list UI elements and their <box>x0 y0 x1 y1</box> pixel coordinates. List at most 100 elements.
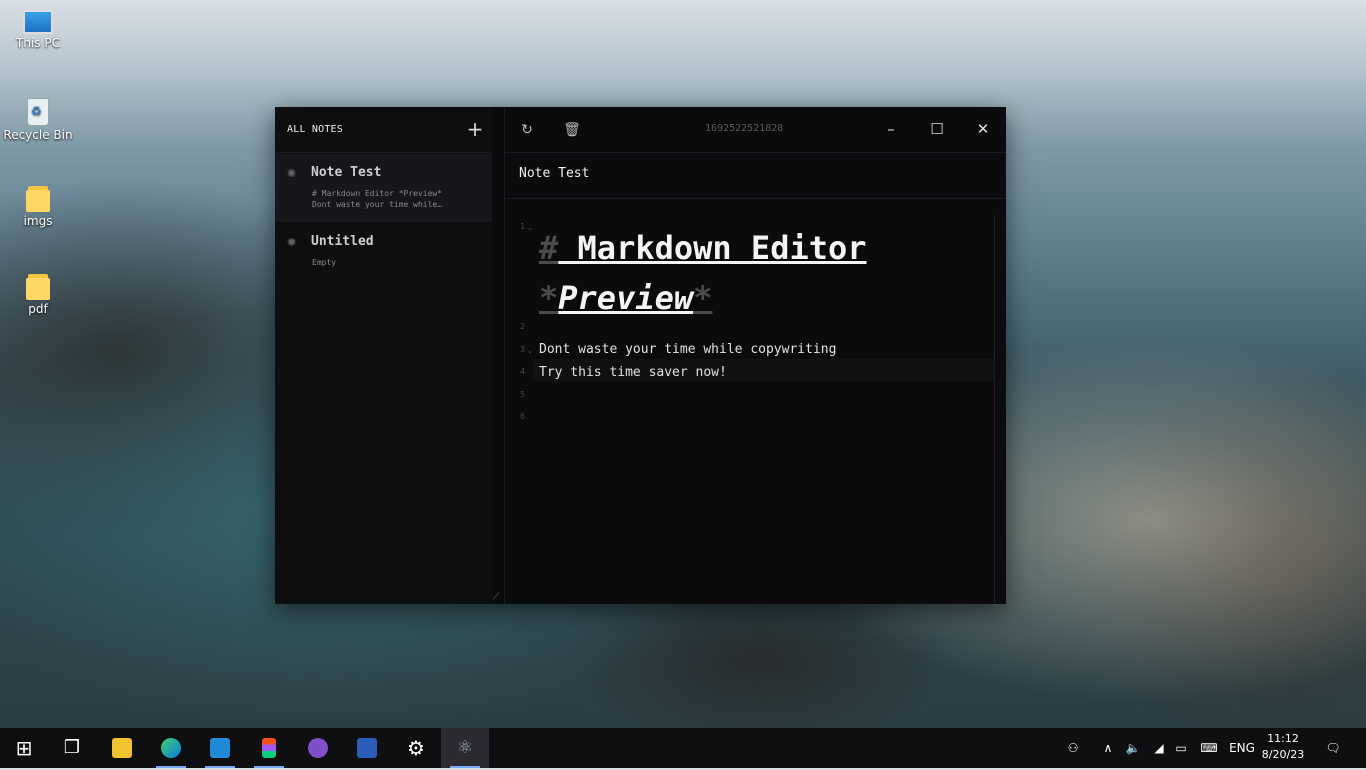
desktop-icon-label: This PC <box>16 36 60 50</box>
minimize-icon: – <box>887 120 895 138</box>
taskbar-clock[interactable]: 11:12 8/20/23 <box>1258 731 1308 763</box>
desktop-icon-recycle-bin[interactable]: Recycle Bin <box>0 98 76 142</box>
note-preview-line: Empty <box>312 258 337 267</box>
note-title-bar: Note Test <box>505 153 1006 199</box>
edge-icon <box>161 738 181 758</box>
show-hidden-icons-button[interactable]: ∧ <box>1098 728 1118 768</box>
heading-marker: # <box>539 229 559 267</box>
desktop-icon-pdf[interactable]: pdf <box>0 274 76 316</box>
touch-keyboard-button[interactable]: ⌨ <box>1196 728 1222 768</box>
markdown-editor[interactable]: 1 ⌄ # Markdown Editor *Preview* 2 3 ⌄ Do… <box>505 215 995 604</box>
close-icon: ✕ <box>976 120 990 138</box>
computer-icon <box>23 10 53 34</box>
all-notes-heading: ALL NOTES <box>287 124 343 135</box>
figma-icon <box>262 738 276 758</box>
editor-scrollbar[interactable] <box>994 215 995 604</box>
close-button[interactable]: ✕ <box>968 117 998 143</box>
note-preview-line: # Markdown Editor *Preview* <box>312 189 443 198</box>
add-note-button[interactable]: + <box>462 117 488 143</box>
editor-toolbar: ↻ 🗑 1692522521828 – ☐ ✕ <box>505 107 1006 153</box>
maximize-icon: ☐ <box>930 120 944 138</box>
powershell-button[interactable] <box>343 728 391 768</box>
taskbar: ⊞ ❐ ⚙ ⚛ ⚇ ∧ 🔈 ◢ ▭ ⌨ ENG 11:12 8/20/23 🗨 <box>0 728 1366 768</box>
settings-icon: ⚙ <box>407 736 425 760</box>
resize-handle-icon[interactable]: ⟋ <box>493 592 503 602</box>
action-center-button[interactable]: 🗨 <box>1320 728 1346 768</box>
volume-button[interactable]: 🔈 <box>1122 728 1144 768</box>
notification-icon: 🗨 <box>1325 741 1341 755</box>
language-indicator[interactable]: ENG <box>1226 728 1258 768</box>
notes-app-button[interactable]: ⚛ <box>441 728 489 768</box>
note-id: 1692522521828 <box>705 123 784 134</box>
edge-button[interactable] <box>147 728 195 768</box>
line-number: 3 <box>520 345 525 354</box>
notes-app-window: ALL NOTES + ✺ Note Test # Markdown Edito… <box>275 107 1006 604</box>
emphasis-marker: * <box>693 279 713 317</box>
vscode-button[interactable] <box>196 728 244 768</box>
plus-icon: + <box>466 117 484 141</box>
refresh-button[interactable]: ↻ <box>517 120 537 140</box>
editor-line: Dont waste your time while copywriting <box>539 342 837 357</box>
volume-icon: 🔈 <box>1125 741 1141 755</box>
notes-sidebar: ALL NOTES + ✺ Note Test # Markdown Edito… <box>275 107 492 604</box>
desktop-icon-this-pc[interactable]: This PC <box>0 10 76 50</box>
notes-app-icon: ⚛ <box>456 737 474 758</box>
note-item-preview: Empty <box>312 257 472 268</box>
delete-note-button[interactable]: 🗑 <box>562 120 582 140</box>
line-number: 4 <box>520 367 525 376</box>
github-button[interactable] <box>294 728 342 768</box>
note-preview-line: Dont waste your time while… <box>312 200 443 209</box>
note-list-item[interactable]: ✺ Untitled Empty <box>275 223 492 291</box>
heading-text: Markdown Editor <box>558 229 867 267</box>
refresh-icon: ↻ <box>521 122 533 138</box>
folder-icon <box>26 186 50 212</box>
battery-button[interactable]: ▭ <box>1170 728 1192 768</box>
desktop-icon-imgs[interactable]: imgs <box>0 186 76 228</box>
loading-icon: ✺ <box>287 167 297 180</box>
minimize-button[interactable]: – <box>876 117 906 143</box>
wifi-icon: ◢ <box>1154 741 1164 755</box>
line-number: 2 <box>520 322 525 331</box>
chevron-up-icon: ∧ <box>1103 741 1113 755</box>
note-title-input[interactable]: Note Test <box>519 166 589 181</box>
emphasis-text: Preview <box>558 279 694 317</box>
clock-date: 8/20/23 <box>1261 748 1305 761</box>
trash-icon: 🗑 <box>563 122 581 138</box>
line-number: 6 <box>520 412 525 421</box>
note-item-title: Untitled <box>311 234 374 249</box>
network-button[interactable]: ◢ <box>1148 728 1170 768</box>
recycle-bin-icon <box>27 98 49 126</box>
fold-arrow-icon[interactable]: ⌄ <box>527 347 533 355</box>
battery-icon: ▭ <box>1175 741 1187 755</box>
powershell-icon <box>357 738 377 758</box>
file-explorer-button[interactable] <box>98 728 146 768</box>
editor-line: Try this time saver now! <box>539 365 727 380</box>
fold-arrow-icon[interactable]: ⌄ <box>527 224 533 232</box>
sidebar-header: ALL NOTES + <box>275 107 492 153</box>
windows-start-button[interactable]: ⊞ <box>0 728 48 768</box>
maximize-button[interactable]: ☐ <box>922 117 952 143</box>
desktop-icon-label: Recycle Bin <box>3 128 73 142</box>
figma-button[interactable] <box>245 728 293 768</box>
note-list-item[interactable]: ✺ Note Test # Markdown Editor *Preview* … <box>275 154 492 222</box>
loading-icon: ✺ <box>287 236 297 249</box>
note-item-title: Note Test <box>311 165 382 180</box>
keyboard-icon: ⌨ <box>1200 741 1218 755</box>
line-number: 1 <box>520 222 525 231</box>
windows-start-icon: ⊞ <box>15 736 33 760</box>
github-icon <box>308 738 328 758</box>
task-view-icon: ❐ <box>63 737 81 758</box>
task-view-button[interactable]: ❐ <box>48 728 96 768</box>
file-explorer-icon <box>112 738 132 758</box>
desktop-icon-label: pdf <box>28 302 48 316</box>
note-item-preview: # Markdown Editor *Preview* Dont waste y… <box>312 188 472 210</box>
people-icon: ⚇ <box>1067 741 1079 755</box>
vscode-icon <box>210 738 230 758</box>
desktop-icon-label: imgs <box>23 214 53 228</box>
markdown-heading-line: # Markdown Editor *Preview* <box>539 223 979 323</box>
emphasis-marker: * <box>539 279 559 317</box>
people-button[interactable]: ⚇ <box>1062 728 1084 768</box>
folder-icon <box>26 274 50 300</box>
settings-button[interactable]: ⚙ <box>392 728 440 768</box>
line-number: 5 <box>520 390 525 399</box>
